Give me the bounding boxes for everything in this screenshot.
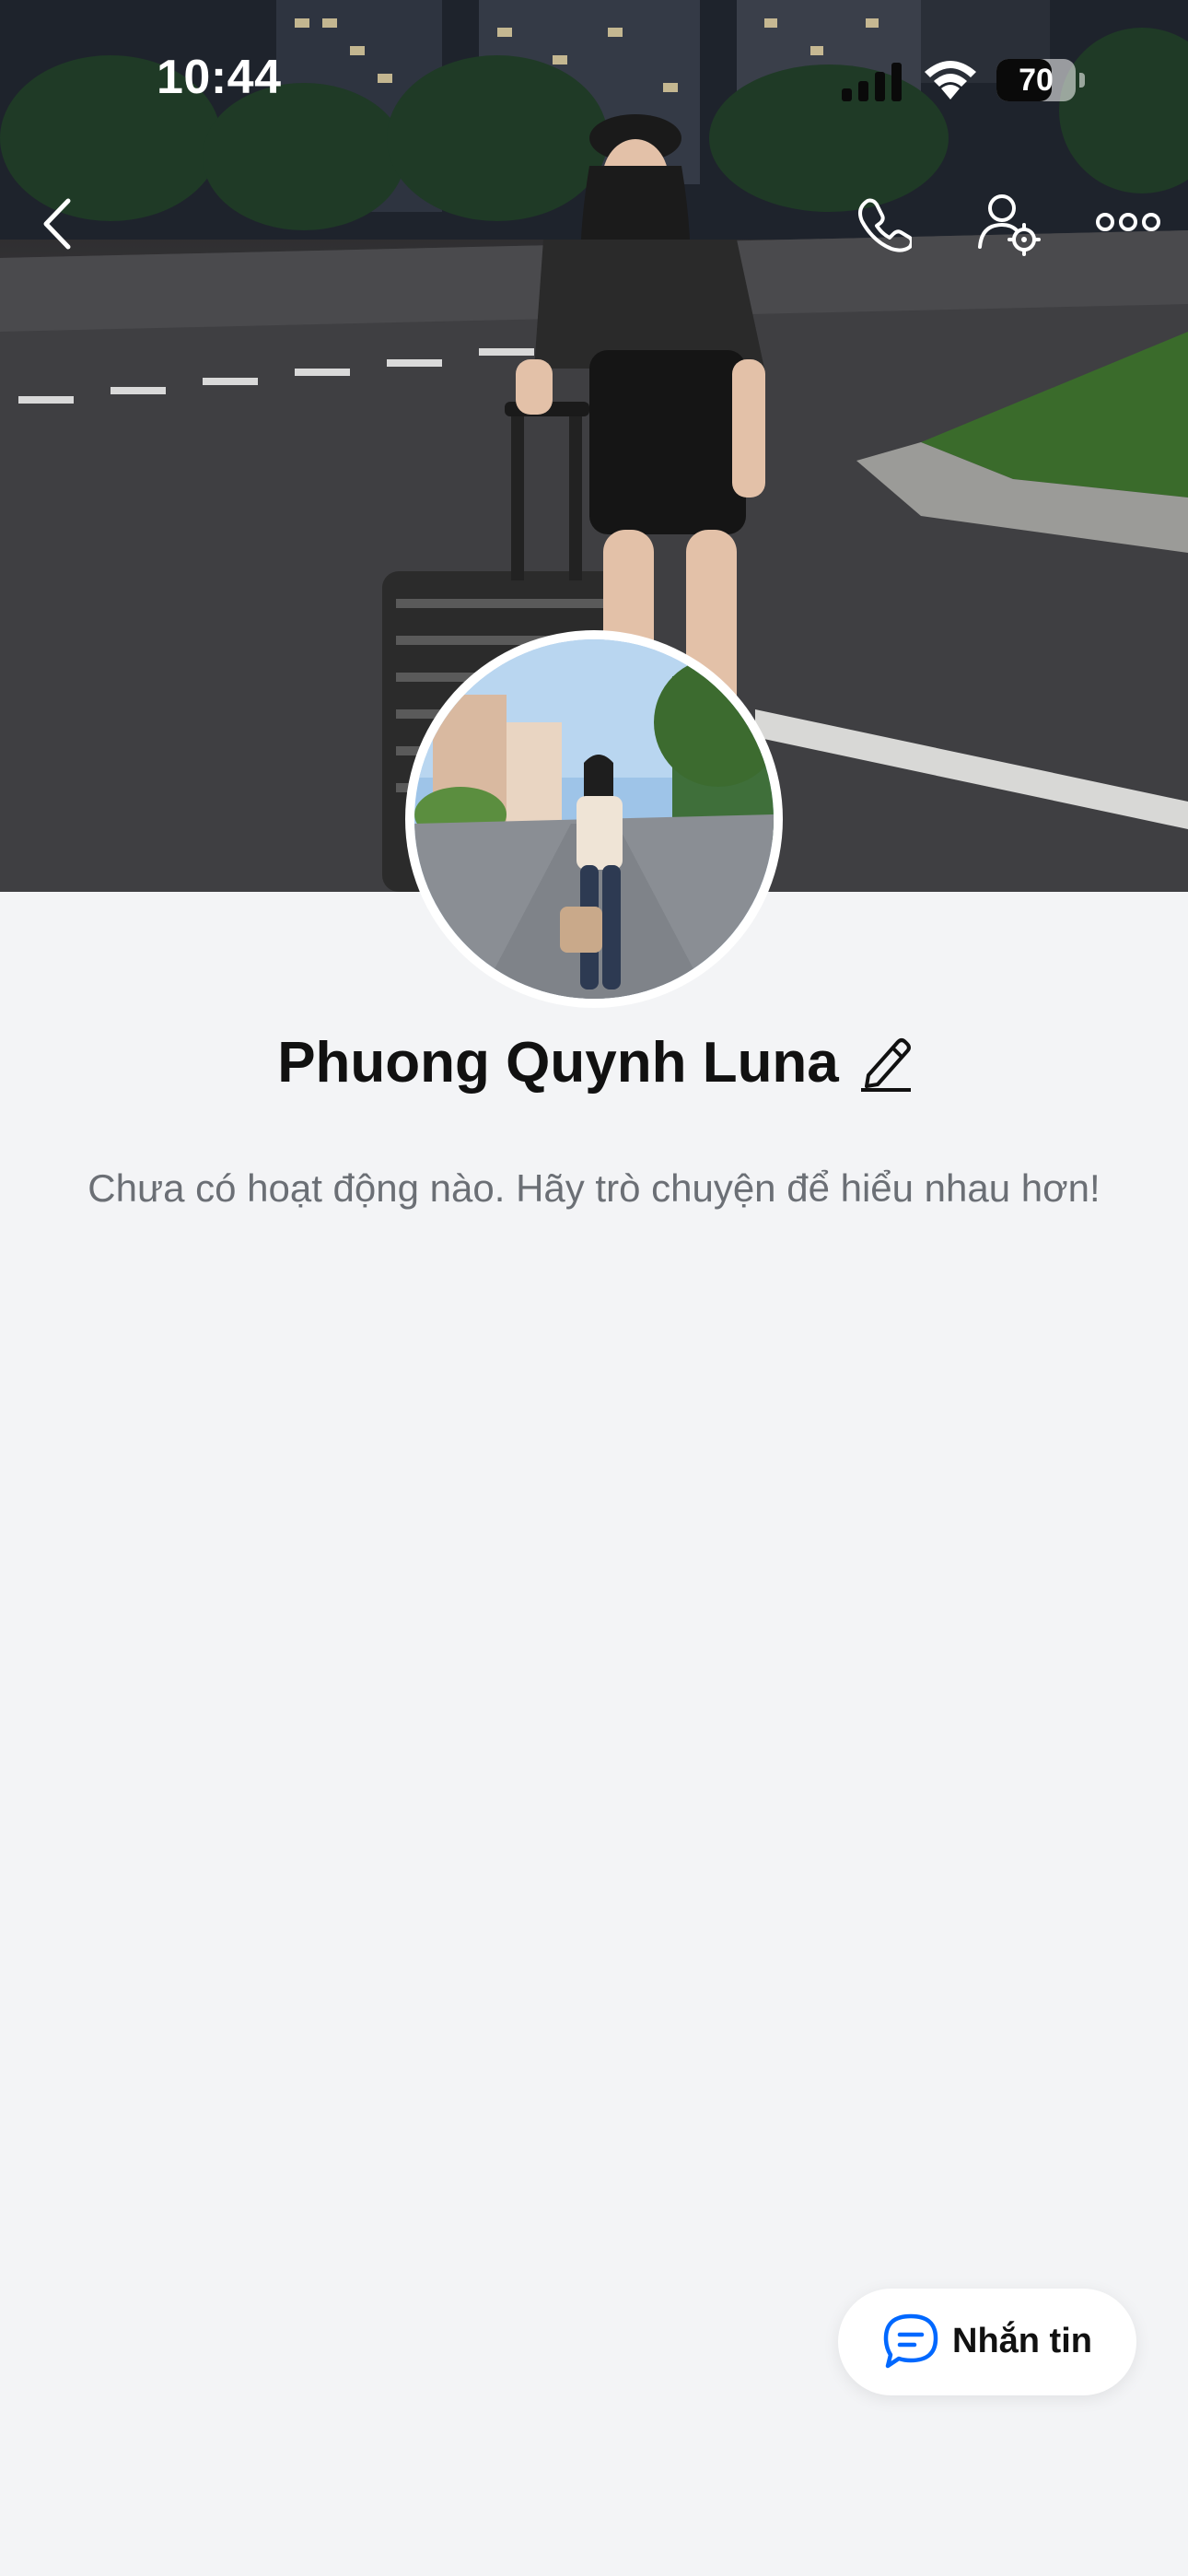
more-dots-icon[interactable] bbox=[1096, 208, 1160, 236]
pencil-icon[interactable] bbox=[860, 1035, 911, 1092]
message-button-label: Nhắn tin bbox=[952, 2322, 1092, 2360]
status-time: 10:44 bbox=[157, 51, 282, 104]
phone-icon[interactable] bbox=[855, 195, 912, 252]
message-button[interactable]: Nhắn tin bbox=[838, 2289, 1136, 2395]
user-settings-icon[interactable] bbox=[976, 192, 1042, 256]
chevron-left-icon[interactable] bbox=[41, 197, 74, 251]
empty-activity-message: Chưa có hoạt động nào. Hãy trò chuyện để… bbox=[87, 1166, 1101, 1210]
status-bar: 10:44 70 bbox=[0, 0, 1188, 157]
battery-icon: 70 bbox=[996, 59, 1076, 101]
battery-level-text: 70 bbox=[1019, 63, 1054, 98]
wifi-icon bbox=[925, 61, 976, 100]
profile-name-row: Phuong Quynh Luna bbox=[0, 1030, 1188, 1104]
chat-bubble-icon bbox=[883, 2313, 938, 2369]
avatar[interactable] bbox=[405, 630, 783, 1008]
signal-icon bbox=[842, 63, 902, 101]
profile-name: Phuong Quynh Luna bbox=[277, 1031, 839, 1095]
battery-cap bbox=[1079, 73, 1085, 88]
avatar-photo bbox=[414, 639, 774, 999]
